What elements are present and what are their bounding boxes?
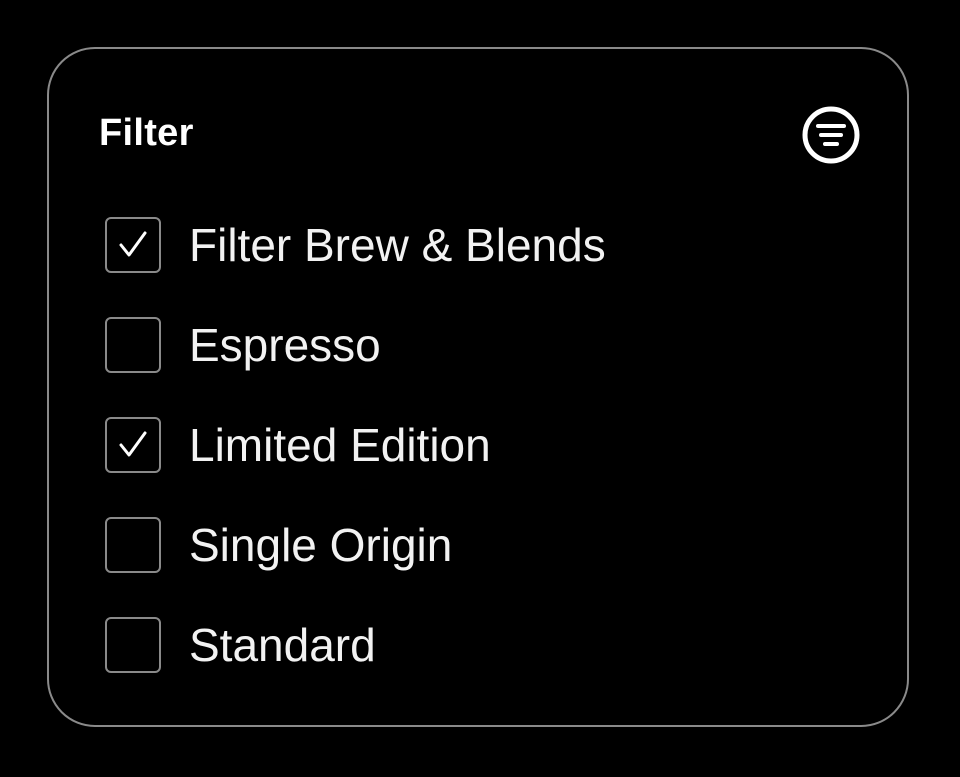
option-label: Filter Brew & Blends xyxy=(189,219,606,271)
filter-options-list: Filter Brew & Blends Espresso Limited Ed… xyxy=(105,217,606,717)
option-label: Standard xyxy=(189,619,376,671)
option-label: Single Origin xyxy=(189,519,453,571)
checkmark-icon xyxy=(119,231,147,257)
checkbox[interactable] xyxy=(105,317,161,373)
checkmark-icon xyxy=(119,431,147,457)
checkbox[interactable] xyxy=(105,217,161,273)
filter-option-filter-brew-blends[interactable]: Filter Brew & Blends xyxy=(105,217,606,273)
checkbox[interactable] xyxy=(105,617,161,673)
filter-lines-icon[interactable] xyxy=(801,105,861,165)
filter-option-single-origin[interactable]: Single Origin xyxy=(105,517,606,573)
filter-option-standard[interactable]: Standard xyxy=(105,617,606,673)
filter-option-espresso[interactable]: Espresso xyxy=(105,317,606,373)
checkbox[interactable] xyxy=(105,517,161,573)
filter-title: Filter xyxy=(99,112,194,154)
checkbox[interactable] xyxy=(105,417,161,473)
filter-option-limited-edition[interactable]: Limited Edition xyxy=(105,417,606,473)
option-label: Limited Edition xyxy=(189,419,491,471)
option-label: Espresso xyxy=(189,319,381,371)
filter-panel: Filter Filter Brew & Blends Espresso Lim… xyxy=(47,47,909,727)
